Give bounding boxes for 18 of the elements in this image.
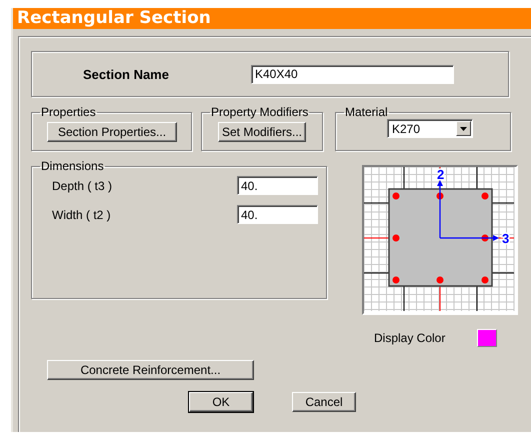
field-label: Depth ( t3 ): [51, 178, 114, 192]
field-label: Width ( t2 ): [51, 208, 112, 222]
group-title: Dimensions: [40, 159, 105, 173]
cancel-button[interactable]: Cancel: [292, 392, 356, 412]
window-title: Rectangular Section: [13, 8, 531, 29]
ok-button[interactable]: OK: [189, 392, 253, 412]
field-label: Section Name: [83, 66, 170, 82]
section-properties-button[interactable]: Section Properties...: [47, 122, 177, 142]
field-label: Display Color: [373, 331, 446, 345]
concrete-reinforcement-button[interactable]: Concrete Reinforcement...: [47, 360, 254, 380]
dimension-field[interactable]: 40.: [237, 176, 318, 195]
group-title: Material: [344, 105, 389, 119]
dimension-field[interactable]: 40.: [237, 205, 318, 224]
material-dropdown[interactable]: K270: [387, 119, 473, 138]
group-title: Properties: [40, 105, 97, 119]
set-modifiers-button[interactable]: Set Modifiers...: [218, 122, 306, 142]
group-title: Property Modifiers: [210, 105, 310, 119]
section-name-field[interactable]: K40X40: [251, 64, 454, 84]
